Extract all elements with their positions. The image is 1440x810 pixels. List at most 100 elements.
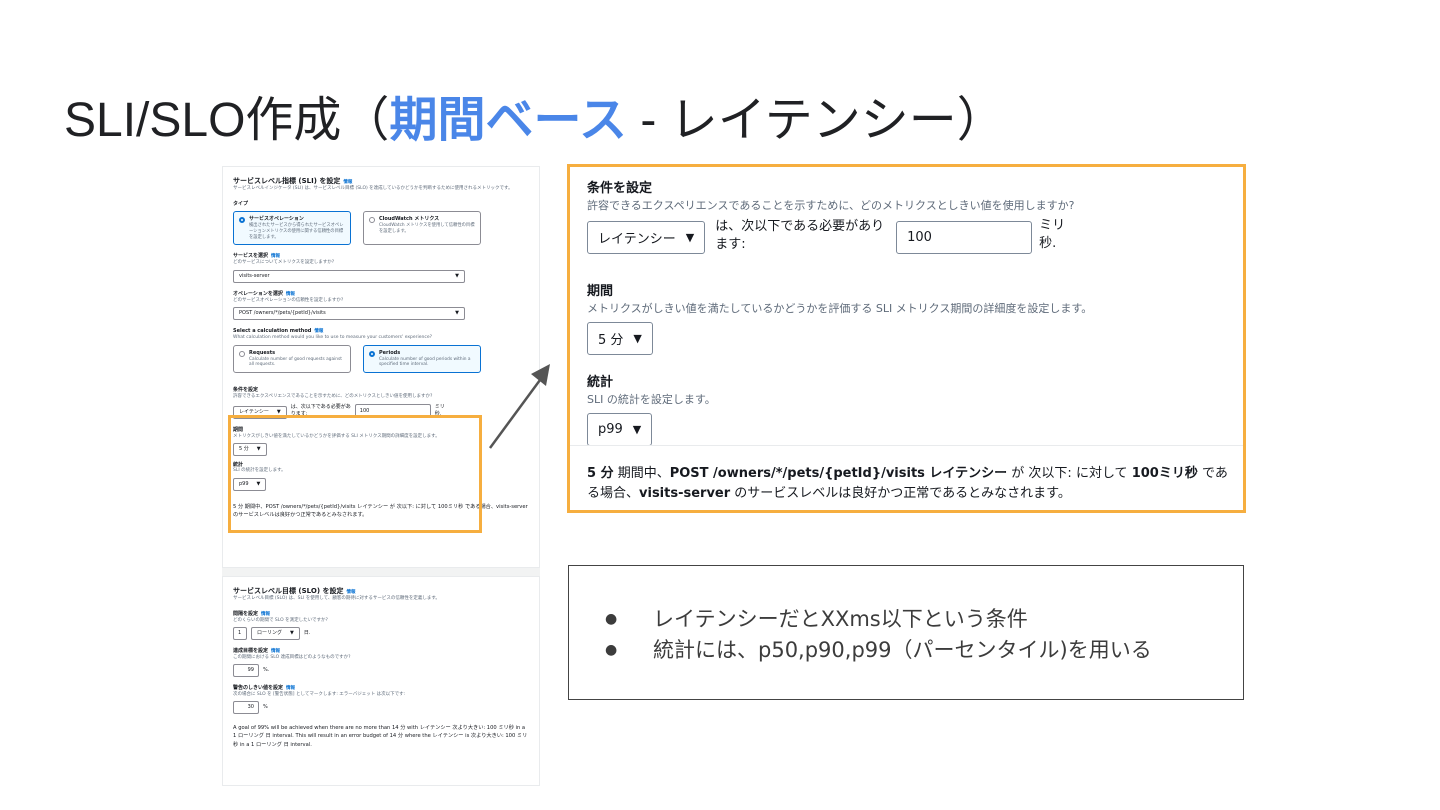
info-link[interactable]: 情報 [271, 649, 280, 654]
stat-value: p99 [598, 422, 623, 438]
info-link[interactable]: 情報 [286, 292, 295, 297]
note-item: ● レイテンシーだとXXms以下という条件 [605, 604, 1243, 635]
info-link[interactable]: 情報 [346, 590, 355, 595]
slo-panel: サービスレベル目標 (SLO) を設定 情報 サービスレベル目標 (SLO) は、… [222, 576, 540, 786]
note-item: ● 統計には、p50,p90,p99（パーセンタイル)を用いる [605, 635, 1243, 666]
slo-desc: サービスレベル目標 (SLO) は、SLI を使用して、顧客の期待に対するサービ… [233, 596, 440, 602]
interval-type: ローリング [257, 629, 283, 636]
notes-box: ● レイテンシーだとXXms以下という条件 ● 統計には、p50,p90,p99（パ… [568, 565, 1244, 700]
summary-period: 5 分 [587, 466, 614, 481]
interval-type-select[interactable]: ローリング ▼ [251, 626, 300, 640]
arrow-icon [488, 364, 550, 449]
warn-input[interactable]: 30 [233, 700, 259, 714]
summary-operation: POST /owners/*/pets/{petId}/visits レイテンシ… [669, 466, 1008, 481]
sli-heading: サービスレベル指標 (SLI) を設定 [233, 177, 341, 185]
interval-unit: 日. [303, 629, 311, 636]
cond-heading: 条件を設定 [233, 387, 259, 394]
info-link[interactable]: 情報 [343, 180, 352, 185]
type-tiles: サービスオペレーション 検出されたサービスから得られたサービスオペレーションメト… [233, 211, 529, 246]
caret-down-icon: ▼ [633, 332, 642, 346]
stat-desc: SLI の統計を設定します。 [587, 393, 716, 407]
period-select[interactable]: 5 分 ▼ [587, 322, 653, 356]
warn-desc: 次の場合に SLO を [警告状態] としてマークします: エラーバジェット は… [233, 691, 406, 697]
operation-value: POST /owners/*/pets/{petId}/visits [239, 309, 326, 316]
radio-icon [239, 217, 245, 224]
radio-icon [369, 350, 375, 357]
period-heading: 期間 [587, 284, 614, 300]
calc-option-periods[interactable]: Periods Calculate number of good periods… [363, 344, 481, 374]
operation-select[interactable]: POST /owners/*/pets/{petId}/visits ▼ [233, 306, 465, 320]
cond-desc: 許容できるエクスペリエンスであることを示すために、どのメトリクスとしきい値を使用… [587, 199, 1075, 212]
calc-option-requests[interactable]: Requests Calculate number of good reques… [233, 344, 351, 374]
type-label: タイプ [233, 200, 249, 207]
tile-title: Requests [249, 349, 276, 356]
info-link[interactable]: 情報 [286, 686, 295, 691]
operation-desc: どのサービスオペレーションの信頼性を設定しますか? [233, 297, 344, 303]
slo-summary: A goal of 99% will be achieved when ther… [233, 724, 528, 748]
radio-icon [239, 350, 245, 357]
unit-text: ミリ秒. [1039, 217, 1065, 253]
summary-text: が 次以下: に対して [1007, 466, 1132, 481]
cond-desc: 許容できるエクスペリエンスであることを示すために、どのメトリクスとしきい値を使用… [233, 393, 433, 399]
stat-select[interactable]: p99 ▼ [587, 413, 653, 447]
slide-title: SLI/SLO作成（期間ベース - レイテンシー） [64, 80, 1005, 150]
bullet-icon: ● [605, 642, 618, 658]
cond-text-line1: は、次以下である必要があり [715, 219, 885, 234]
summary-text: のサービスレベルは良好かつ正常であるとみなされます。 [730, 486, 1071, 502]
operation-label: オペレーションを選択 [233, 290, 283, 297]
caret-down-icon: ▼ [632, 423, 642, 437]
tile-desc: CloudWatch メトリクスを使用して信頼性の目標を設定します。 [379, 223, 475, 234]
title-suffix: - レイテンシー） [627, 94, 1005, 147]
radio-icon [369, 217, 375, 224]
type-option-cloudwatch[interactable]: CloudWatch メトリクス CloudWatch メトリクスを使用して信頼… [363, 211, 481, 246]
period-value: 5 分 [598, 333, 624, 349]
summary-text: 期間中、 [613, 466, 670, 481]
info-link[interactable]: 情報 [314, 329, 323, 334]
interval-desc: どのくらいの期間で SLO を測定したいですか? [233, 617, 328, 623]
sli-summary: 5 分 期間中、POST /owners/*/pets/{petId}/visi… [587, 464, 1231, 504]
highlight-frame [228, 415, 482, 533]
goal-desc: この期間における SLO 達成目標はどのようなものですか? [233, 654, 351, 660]
goal-label: 達成目標を設定 [233, 647, 269, 654]
interval-input[interactable]: 1 [233, 626, 247, 640]
service-select[interactable]: visits-server ▼ [233, 269, 465, 283]
metric-select[interactable]: レイテンシー ▼ [587, 221, 706, 254]
caret-down-icon: ▼ [455, 309, 459, 316]
calc-desc: What calculation method would you like t… [233, 334, 433, 340]
tile-desc: 検出されたサービスから得られたサービスオペレーションメトリクスの使用に関する信頼… [249, 223, 344, 240]
info-link[interactable]: 情報 [271, 254, 280, 259]
warn-label: 警告のしきい値を設定 [233, 684, 284, 691]
slo-heading: サービスレベル目標 (SLO) を設定 [233, 587, 344, 595]
period-desc: メトリクスがしきい値を満たしているかどうかを評価する SLI メトリクス期間の詳… [587, 302, 1093, 316]
service-label: サービスを選択 [233, 253, 269, 260]
caret-down-icon: ▼ [455, 272, 459, 279]
tile-title: CloudWatch メトリクス [379, 216, 440, 223]
goal-input[interactable]: 99 [233, 663, 259, 677]
warn-unit: % [263, 704, 268, 710]
summary-service: visits-server [639, 486, 731, 502]
interval-label: 間隔を設定 [233, 610, 259, 617]
threshold-input[interactable]: 100 [896, 221, 1033, 254]
condition-panel-zoom: 条件を設定 許容できるエクスペリエンスであることを示すために、どのメトリクスとし… [567, 164, 1246, 513]
bullet-icon: ● [605, 611, 618, 627]
unit-line2: 秒. [1039, 236, 1057, 252]
cond-text-line2: ます: [715, 237, 746, 253]
unit-line1: ミリ [1039, 218, 1066, 233]
cond-heading: 条件を設定 [587, 181, 653, 196]
title-prefix: SLI/SLO作成（ [64, 94, 390, 147]
caret-down-icon: ▼ [290, 629, 294, 636]
note-text: レイテンシーだとXXms以下という条件 [653, 607, 1028, 631]
calc-label: Select a calculation method [233, 327, 312, 334]
summary-threshold: 100ミリ秒 [1131, 466, 1198, 481]
divider [570, 445, 1243, 446]
title-highlight: 期間ベース [389, 94, 628, 147]
stat-heading: 統計 [587, 375, 614, 391]
tile-title: サービスオペレーション [249, 216, 304, 223]
service-desc: どのサービスについてメトリクスを設定しますか? [233, 260, 335, 266]
info-link[interactable]: 情報 [261, 612, 270, 617]
type-option-service-operation[interactable]: サービスオペレーション 検出されたサービスから得られたサービスオペレーションメト… [233, 211, 351, 246]
tile-desc: Calculate number of good periods within … [379, 356, 471, 368]
metric-value: レイテンシー [598, 232, 676, 247]
sli-desc: サービスレベルインジケータ (SLI) は、サービスレベル目標 (SLO) を達… [233, 186, 513, 192]
tile-desc: Calculate number of good requests agains… [249, 356, 342, 368]
